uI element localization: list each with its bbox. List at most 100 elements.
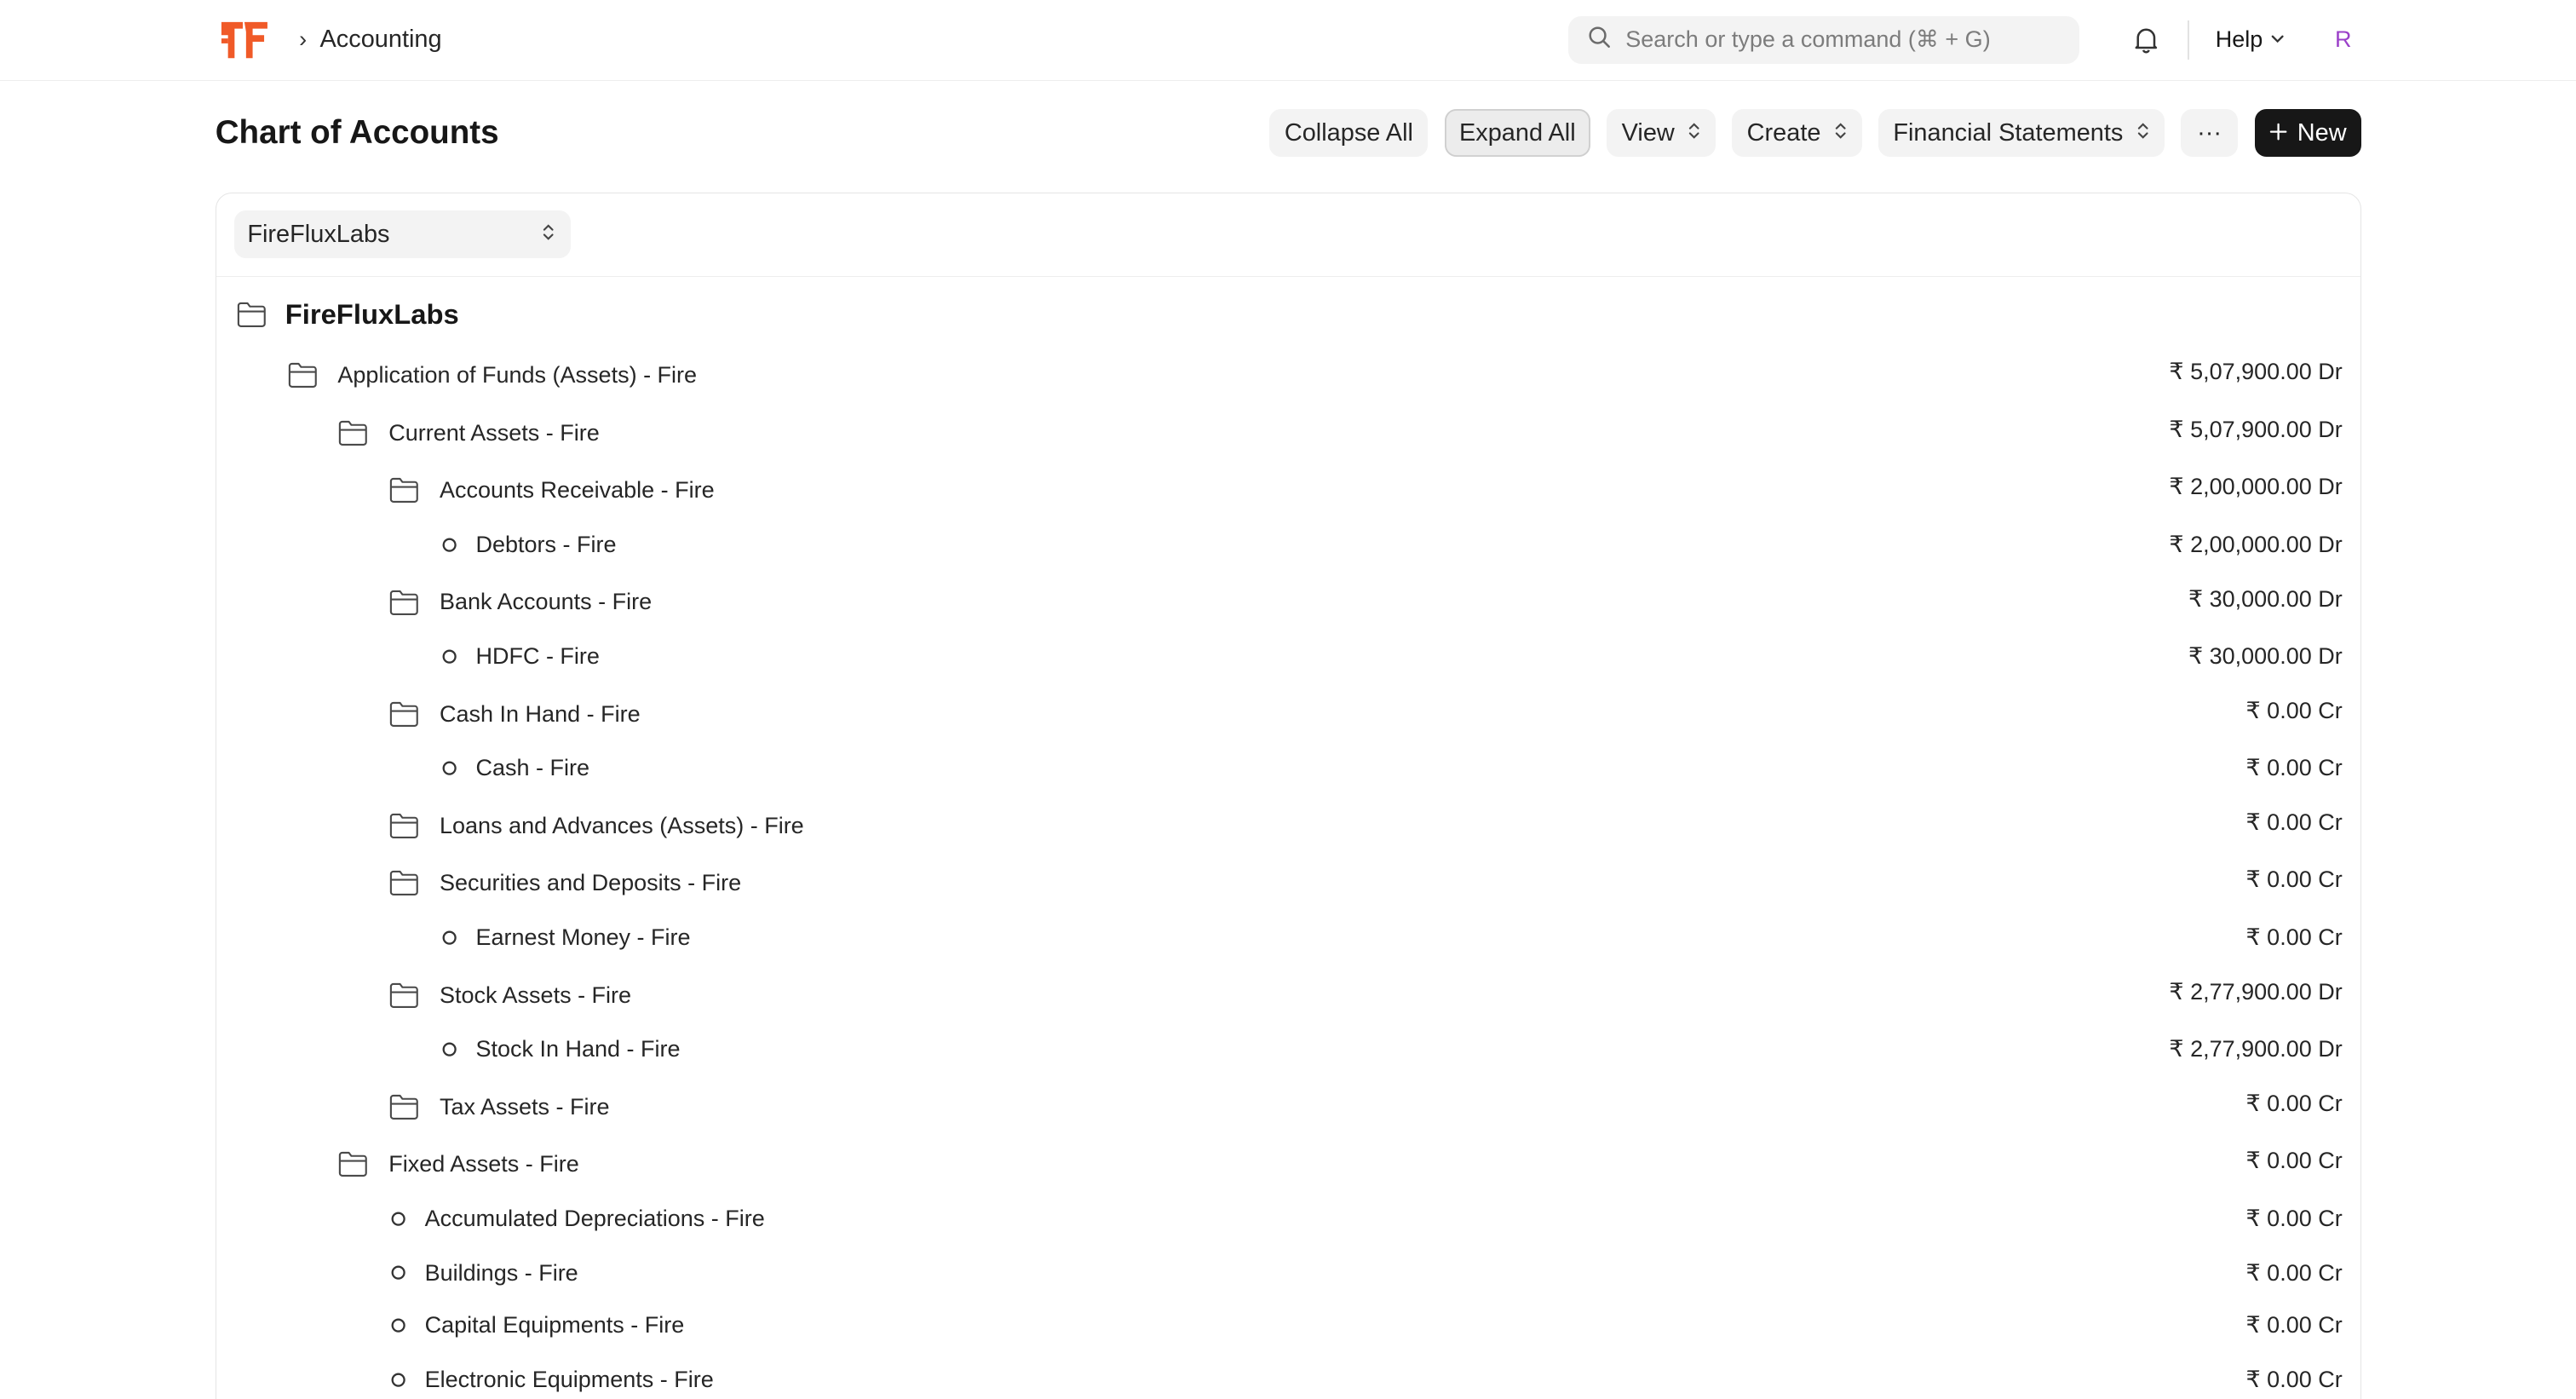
account-name: Cash In Hand - Fire [440,700,641,727]
circle-icon [388,1310,408,1341]
circle-icon [440,922,459,953]
account-balance: ₹ 0.00 Cr [2245,755,2343,781]
tree-root-row[interactable]: FireFluxLabs [216,290,2360,339]
expand-all-button[interactable]: Expand All [1444,109,1590,158]
new-label: New [2297,118,2347,147]
circle-icon [440,753,459,785]
circle-icon [388,1203,408,1235]
financial-statements-label: Financial Statements [1893,118,2124,147]
folder-icon [388,810,420,842]
account-name: Stock Assets - Fire [440,982,632,1008]
account-row[interactable]: Stock Assets - Fire ₹ 2,77,900.00 Dr [216,970,2360,1020]
circle-icon [440,529,459,561]
breadcrumb-accounting[interactable]: Accounting [319,26,441,54]
toolbar: Collapse All Expand All View Create Fina… [1253,109,2361,158]
account-name: Stock In Hand - Fire [475,1036,681,1062]
folder-icon [337,1149,369,1180]
circle-icon [440,1033,459,1065]
card-filter-bar: FireFluxLabs [216,193,2360,278]
folder-icon [388,699,420,730]
top-navbar: › Accounting Help R [0,0,2576,81]
account-name: Accumulated Depreciations - Fire [424,1205,765,1231]
account-row[interactable]: Cash In Hand - Fire ₹ 0.00 Cr [216,689,2360,739]
account-name: Securities and Deposits - Fire [440,870,742,896]
select-arrows-icon [1688,119,1700,147]
tree-root-label: FireFluxLabs [285,298,459,331]
new-account-button[interactable]: New [2254,109,2361,158]
folder-icon [388,868,420,900]
account-row[interactable]: Capital Equipments - Fire ₹ 0.00 Cr [216,1301,2360,1350]
folder-icon [337,417,369,449]
account-name: Tax Assets - Fire [440,1093,610,1120]
folder-icon [388,1091,420,1123]
financial-statements-dropdown-button[interactable]: Financial Statements [1877,109,2165,158]
account-balance: ₹ 0.00 Cr [2245,866,2343,893]
account-row[interactable]: Earnest Money - Fire ₹ 0.00 Cr [216,913,2360,963]
collapse-all-button[interactable]: Collapse All [1269,109,1429,158]
account-row[interactable]: Tax Assets - Fire ₹ 0.00 Cr [216,1082,2360,1131]
search-bar[interactable] [1567,15,2079,64]
account-balance: ₹ 2,00,000.00 Dr [2169,474,2343,500]
user-avatar[interactable]: R [2326,22,2361,58]
account-row[interactable]: Current Assets - Fire ₹ 5,07,900.00 Dr [216,408,2360,458]
account-row[interactable]: Buildings - Fire ₹ 0.00 Cr [216,1248,2360,1298]
account-balance: ₹ 0.00 Cr [2245,1090,2343,1116]
app-logo-icon[interactable] [220,17,273,63]
account-balance: ₹ 0.00 Cr [2245,809,2343,835]
account-balance: ₹ 0.00 Cr [2245,1259,2343,1286]
account-row[interactable]: Accounts Receivable - Fire ₹ 2,00,000.00… [216,466,2360,515]
account-name: Buildings - Fire [424,1259,578,1286]
chevron-down-icon [2269,26,2286,53]
account-row[interactable]: Accumulated Depreciations - Fire ₹ 0.00 … [216,1194,2360,1243]
search-input[interactable] [1625,26,2053,54]
account-balance: ₹ 2,77,900.00 Dr [2169,978,2343,1005]
account-name: Earnest Money - Fire [475,924,691,950]
account-balance: ₹ 0.00 Cr [2245,1366,2343,1392]
select-arrows-icon [542,221,555,249]
account-row[interactable]: Cash - Fire ₹ 0.00 Cr [216,744,2360,793]
account-name: Application of Funds (Assets) - Fire [337,362,698,389]
account-balance: ₹ 30,000.00 Dr [2188,643,2343,670]
search-icon [1588,25,1611,55]
account-row[interactable]: Securities and Deposits - Fire ₹ 0.00 Cr [216,859,2360,908]
folder-icon [388,980,420,1011]
more-actions-button[interactable]: ··· [2180,109,2239,158]
circle-icon [388,1258,408,1289]
account-name: Debtors - Fire [475,531,617,557]
create-label: Create [1746,118,1821,147]
account-name: Accounts Receivable - Fire [440,477,715,504]
help-menu-button[interactable]: Help [2216,26,2286,53]
help-label: Help [2215,26,2263,53]
account-row[interactable]: Loans and Advances (Assets) - Fire ₹ 0.0… [216,801,2360,850]
account-row[interactable]: Electronic Equipments - Fire ₹ 0.00 Cr [216,1355,2360,1398]
account-balance: ₹ 2,00,000.00 Dr [2169,531,2343,557]
view-dropdown-button[interactable]: View [1607,109,1716,158]
account-row[interactable]: Bank Accounts - Fire ₹ 30,000.00 Dr [216,578,2360,627]
account-name: Bank Accounts - Fire [440,589,653,615]
bell-icon[interactable] [2129,22,2165,58]
page-title: Chart of Accounts [215,114,499,152]
account-row[interactable]: HDFC - Fire ₹ 30,000.00 Dr [216,632,2360,682]
account-balance: ₹ 0.00 Cr [2245,1148,2343,1174]
account-balance: ₹ 0.00 Cr [2245,1205,2343,1231]
account-balance: ₹ 2,77,900.00 Dr [2169,1036,2343,1062]
company-select[interactable]: FireFluxLabs [233,210,572,259]
account-row[interactable]: Stock In Hand - Fire ₹ 2,77,900.00 Dr [216,1025,2360,1074]
folder-icon [388,587,420,619]
account-balance: ₹ 0.00 Cr [2245,697,2343,723]
account-balance: ₹ 0.00 Cr [2245,924,2343,950]
folder-icon [236,299,267,331]
circle-icon [440,641,459,672]
plus-icon [2269,119,2287,147]
account-row[interactable]: Fixed Assets - Fire ₹ 0.00 Cr [216,1140,2360,1189]
nav-divider [2187,20,2189,60]
account-row[interactable]: Application of Funds (Assets) - Fire ₹ 5… [216,351,2360,400]
circle-icon [388,1364,408,1396]
account-name: HDFC - Fire [475,643,600,670]
account-balance: ₹ 30,000.00 Dr [2188,585,2343,612]
page-header: Chart of Accounts Collapse All Expand Al… [0,81,2576,186]
account-name: Current Assets - Fire [388,419,600,446]
create-dropdown-button[interactable]: Create [1732,109,1862,158]
account-row[interactable]: Debtors - Fire ₹ 2,00,000.00 Dr [216,521,2360,570]
account-balance: ₹ 0.00 Cr [2245,1312,2343,1339]
